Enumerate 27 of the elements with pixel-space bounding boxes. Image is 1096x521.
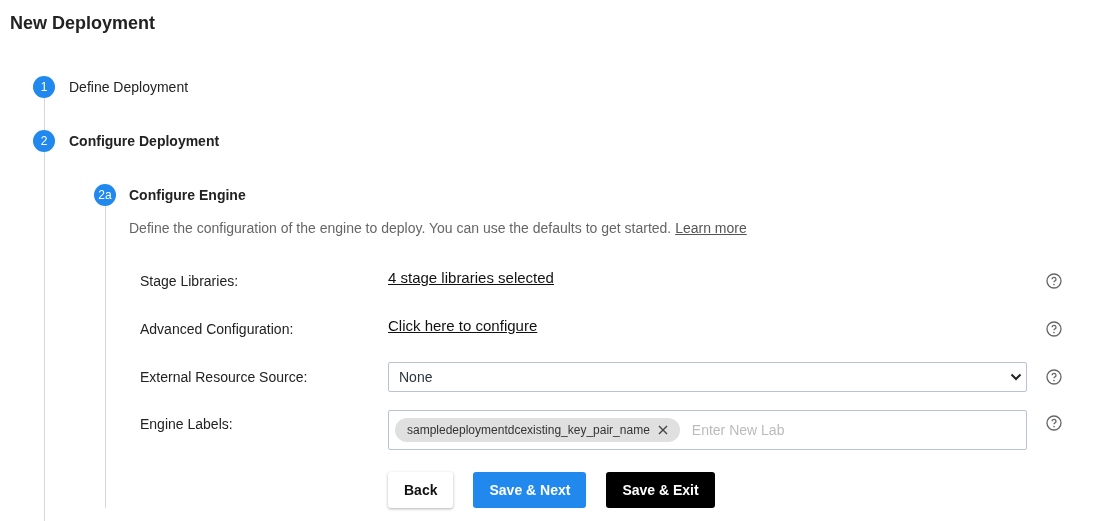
step-title: Configure Engine: [129, 186, 247, 205]
step-number: 1: [33, 76, 55, 98]
field-label: Stage Libraries:: [140, 273, 240, 289]
close-icon[interactable]: [657, 425, 668, 435]
field-label: Engine Labels:: [140, 415, 234, 432]
step-description: Define the configuration of the engine to deploy. You can use the defaults to get started. Learn more: [129, 219, 748, 238]
link[interactable]: Click here to configure: [388, 314, 538, 344]
chevron-icon: [1010, 373, 1022, 381]
step-title[interactable]: Configure Deployment: [69, 130, 1096, 152]
select-field[interactable]: None: [388, 362, 1027, 392]
help-icon[interactable]: [1046, 273, 1062, 289]
step-number: 2: [33, 130, 55, 152]
help-icon[interactable]: [1046, 415, 1062, 431]
link[interactable]: 4 stage libraries selected: [388, 266, 554, 296]
step-title[interactable]: Define Deployment: [69, 76, 1096, 98]
help-icon[interactable]: [1046, 369, 1062, 385]
field-label: Advanced Configuration:: [140, 321, 295, 337]
step-number: 2a: [94, 184, 116, 206]
learn-more-link[interactable]: Learn more: [675, 220, 747, 236]
tag-chip: sampledeploymentdcexisting_key_pair_name: [395, 418, 680, 442]
tag-input-field[interactable]: sampledeploymentdcexisting_key_pair_name Enter New Lab: [388, 410, 1027, 450]
save-button[interactable]: Save & Next: [473, 472, 587, 508]
page-title: New Deployment: [9, 12, 157, 35]
field-label: External Resource Source:: [140, 369, 309, 385]
save-button[interactable]: Save & Exit: [606, 472, 715, 508]
help-icon[interactable]: [1046, 321, 1062, 337]
back-button[interactable]: Back: [388, 472, 454, 508]
